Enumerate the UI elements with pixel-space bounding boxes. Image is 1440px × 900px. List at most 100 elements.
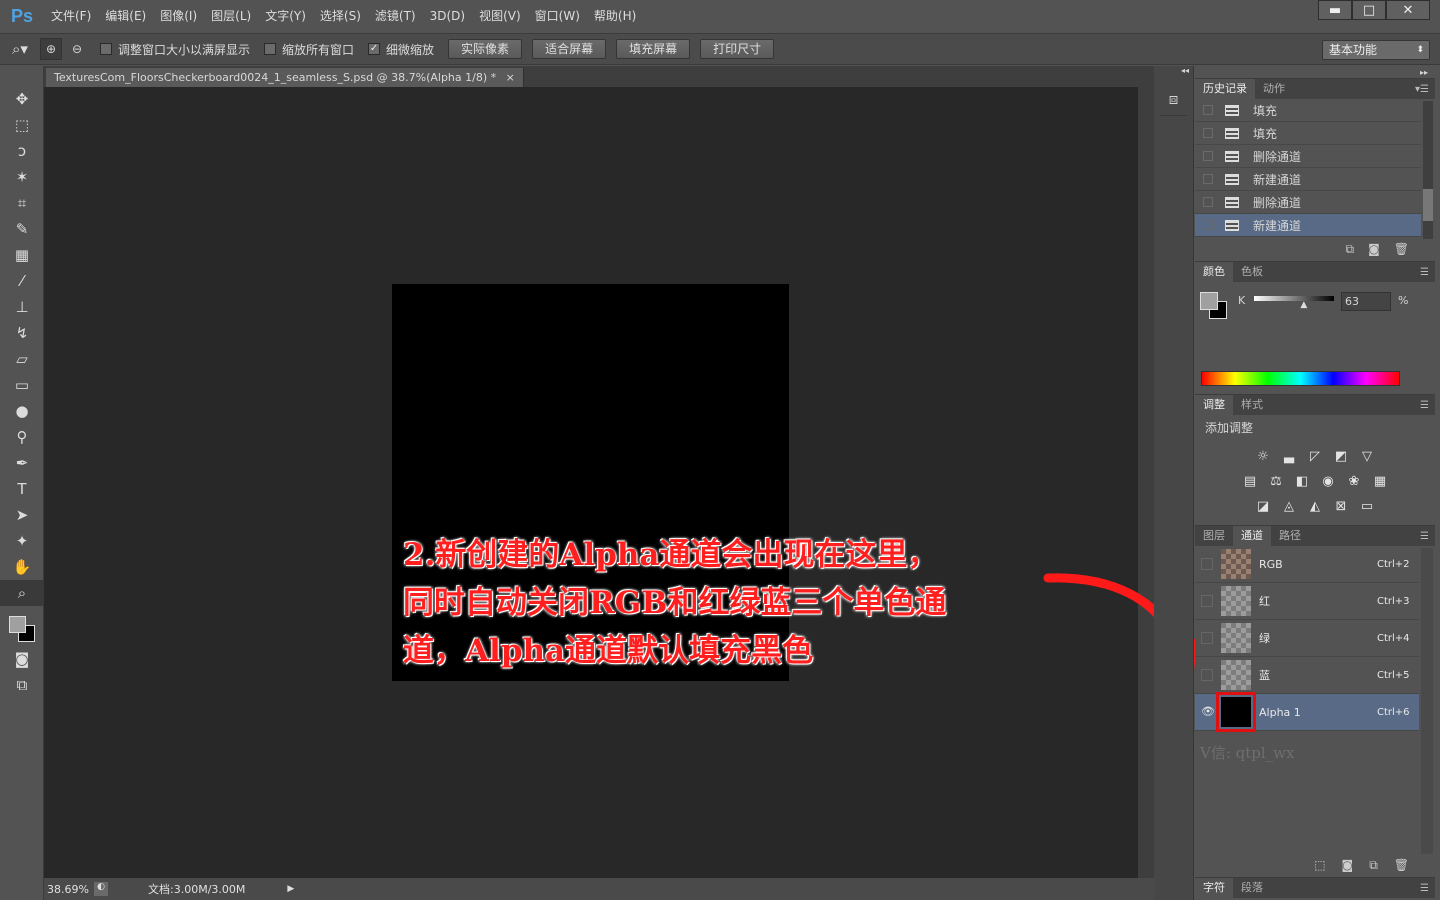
vibrance-icon[interactable]: ▽ <box>1359 449 1375 465</box>
eye-icon[interactable]: 👁 <box>1201 706 1215 718</box>
menu-select[interactable]: 选择(S) <box>313 0 368 33</box>
fill-screen-button[interactable]: 填充屏幕 <box>616 39 691 59</box>
tab-channels[interactable]: 通道 <box>1233 526 1271 546</box>
color-lookup-icon[interactable]: ▦ <box>1372 474 1388 490</box>
channel-mixer-icon[interactable]: ❀ <box>1346 474 1362 490</box>
brightness-contrast-icon[interactable]: ☼ <box>1255 449 1271 465</box>
path-selection-tool-icon[interactable]: ➤ <box>0 502 44 528</box>
properties-icon[interactable]: ⧈ <box>1160 90 1187 116</box>
visibility-toggle[interactable] <box>1201 632 1213 644</box>
trash-icon[interactable]: 🗑 <box>1394 858 1409 872</box>
color-swatches[interactable] <box>0 606 43 646</box>
selective-color-icon[interactable]: ⊠ <box>1333 499 1349 515</box>
vertical-scrollbar[interactable] <box>1138 87 1154 878</box>
trash-icon[interactable]: 🗑 <box>1394 242 1409 256</box>
history-item[interactable]: 填充 <box>1195 99 1421 122</box>
panel-menu-icon[interactable]: ☰ <box>1420 883 1429 894</box>
maximize-button[interactable]: □ <box>1352 0 1386 20</box>
print-size-button[interactable]: 打印尺寸 <box>700 39 775 59</box>
history-item[interactable]: 删除通道 <box>1195 191 1421 214</box>
tab-paragraph[interactable]: 段落 <box>1233 878 1271 898</box>
menu-image[interactable]: 图像(I) <box>153 0 204 33</box>
panel-menu-icon[interactable]: ☰ <box>1420 531 1429 542</box>
zoom-out-icon[interactable]: ⊖ <box>66 42 88 56</box>
close-tab-icon[interactable]: × <box>506 71 515 84</box>
panel-menu-icon[interactable]: ☰ <box>1420 400 1429 411</box>
curves-icon[interactable]: ◸ <box>1307 449 1323 465</box>
exposure-icon[interactable]: ◩ <box>1333 449 1349 465</box>
menu-filter[interactable]: 滤镜(T) <box>368 0 423 33</box>
move-tool-icon[interactable]: ✥ <box>0 86 44 112</box>
menu-view[interactable]: 视图(V) <box>472 0 528 33</box>
new-document-from-state-icon[interactable]: ⧉ <box>1346 242 1355 257</box>
zoom-in-icon[interactable]: ⊕ <box>40 38 62 60</box>
history-item[interactable]: 新建通道 <box>1195 168 1421 191</box>
new-channel-icon[interactable]: ⧉ <box>1369 858 1378 873</box>
eyedropper-tool-icon[interactable]: ✎ <box>0 216 44 242</box>
panel-menu-icon[interactable]: ▾☰ <box>1415 84 1429 95</box>
black-white-icon[interactable]: ◧ <box>1294 474 1310 490</box>
history-item-selected[interactable]: 新建通道 <box>1195 214 1421 237</box>
clone-stamp-tool-icon[interactable]: ⊥ <box>0 294 44 320</box>
gradient-map-icon[interactable]: ▭ <box>1359 499 1375 515</box>
menu-file[interactable]: 文件(F) <box>44 0 98 33</box>
photo-filter-icon[interactable]: ◉ <box>1320 474 1336 490</box>
channels-scrollbar[interactable] <box>1421 548 1433 854</box>
zoom-icon[interactable]: ⌕▾ <box>0 40 40 58</box>
menu-layer[interactable]: 图层(L) <box>204 0 258 33</box>
screen-mode-icon[interactable]: ⧉ <box>0 672 44 698</box>
channel-row-alpha[interactable]: 👁 Alpha 1 Ctrl+6 <box>1195 692 1419 732</box>
tab-character[interactable]: 字符 <box>1195 878 1233 898</box>
visibility-toggle[interactable] <box>1201 558 1213 570</box>
menu-edit[interactable]: 编辑(E) <box>98 0 153 33</box>
marquee-tool-icon[interactable]: ⬚ <box>0 112 44 138</box>
blur-tool-icon[interactable]: ● <box>0 398 44 424</box>
history-item[interactable]: 填充 <box>1195 122 1421 145</box>
status-icon[interactable]: ◐ <box>94 882 108 896</box>
history-brush-tool-icon[interactable]: ↯ <box>0 320 44 346</box>
menu-type[interactable]: 文字(Y) <box>258 0 313 33</box>
magic-wand-tool-icon[interactable]: ✶ <box>0 164 44 190</box>
pen-tool-icon[interactable]: ✒ <box>0 450 44 476</box>
k-slider-thumb[interactable]: ▲ <box>1300 300 1307 310</box>
tab-layers[interactable]: 图层 <box>1195 526 1233 546</box>
tab-color[interactable]: 颜色 <box>1195 262 1233 282</box>
zoom-level[interactable]: 38.69% <box>44 883 94 896</box>
shape-tool-icon[interactable]: ✦ <box>0 528 44 554</box>
visibility-toggle[interactable] <box>1201 669 1213 681</box>
k-value-input[interactable]: 63 <box>1341 292 1391 311</box>
tab-swatches[interactable]: 色板 <box>1233 262 1271 282</box>
gradient-tool-icon[interactable]: ▭ <box>0 372 44 398</box>
scrubby-zoom-checkbox[interactable]: ✓ 细微缩放 <box>368 41 434 58</box>
channel-row-rgb[interactable]: RGB Ctrl+2 <box>1195 546 1419 583</box>
eraser-tool-icon[interactable]: ▱ <box>0 346 44 372</box>
workspace-select[interactable]: 基本功能 ⬍ <box>1322 40 1430 60</box>
posterize-icon[interactable]: ◬ <box>1281 499 1297 515</box>
zoom-tool-icon[interactable]: ⌕ <box>0 580 44 606</box>
lasso-tool-icon[interactable]: ↄ <box>0 138 44 164</box>
snapshot-camera-icon[interactable]: ◙ <box>1368 242 1380 256</box>
channel-row-red[interactable]: 红 Ctrl+3 <box>1195 583 1419 620</box>
hue-saturation-icon[interactable]: ▤ <box>1242 474 1258 490</box>
fg-color-preview[interactable] <box>1200 292 1218 310</box>
visibility-toggle[interactable] <box>1201 595 1213 607</box>
load-selection-icon[interactable]: ⬚ <box>1314 858 1325 872</box>
expand-panels-icon[interactable]: ▸▸ <box>1420 68 1428 77</box>
panel-menu-icon[interactable]: ☰ <box>1420 267 1429 278</box>
color-spectrum-bar[interactable] <box>1201 371 1400 386</box>
healing-brush-tool-icon[interactable]: ▦ <box>0 242 44 268</box>
channel-row-blue[interactable]: 蓝 Ctrl+5 <box>1195 657 1419 694</box>
zoom-all-windows-checkbox[interactable]: 缩放所有窗口 <box>264 41 354 58</box>
invert-icon[interactable]: ◪ <box>1255 499 1271 515</box>
menu-3d[interactable]: 3D(D) <box>423 0 472 33</box>
tab-adjustments[interactable]: 调整 <box>1195 395 1233 415</box>
document-tab[interactable]: TexturesCom_FloorsCheckerboard0024_1_sea… <box>46 68 524 87</box>
levels-icon[interactable]: ▃ <box>1281 449 1297 465</box>
k-slider[interactable] <box>1254 296 1334 301</box>
type-tool-icon[interactable]: T <box>0 476 44 502</box>
save-selection-icon[interactable]: ◙ <box>1342 858 1354 872</box>
quick-mask-icon[interactable]: ◙ <box>0 646 44 672</box>
close-button[interactable]: ✕ <box>1386 0 1430 20</box>
history-scrollbar[interactable] <box>1423 101 1433 239</box>
minimize-button[interactable]: ▬ <box>1318 0 1352 20</box>
